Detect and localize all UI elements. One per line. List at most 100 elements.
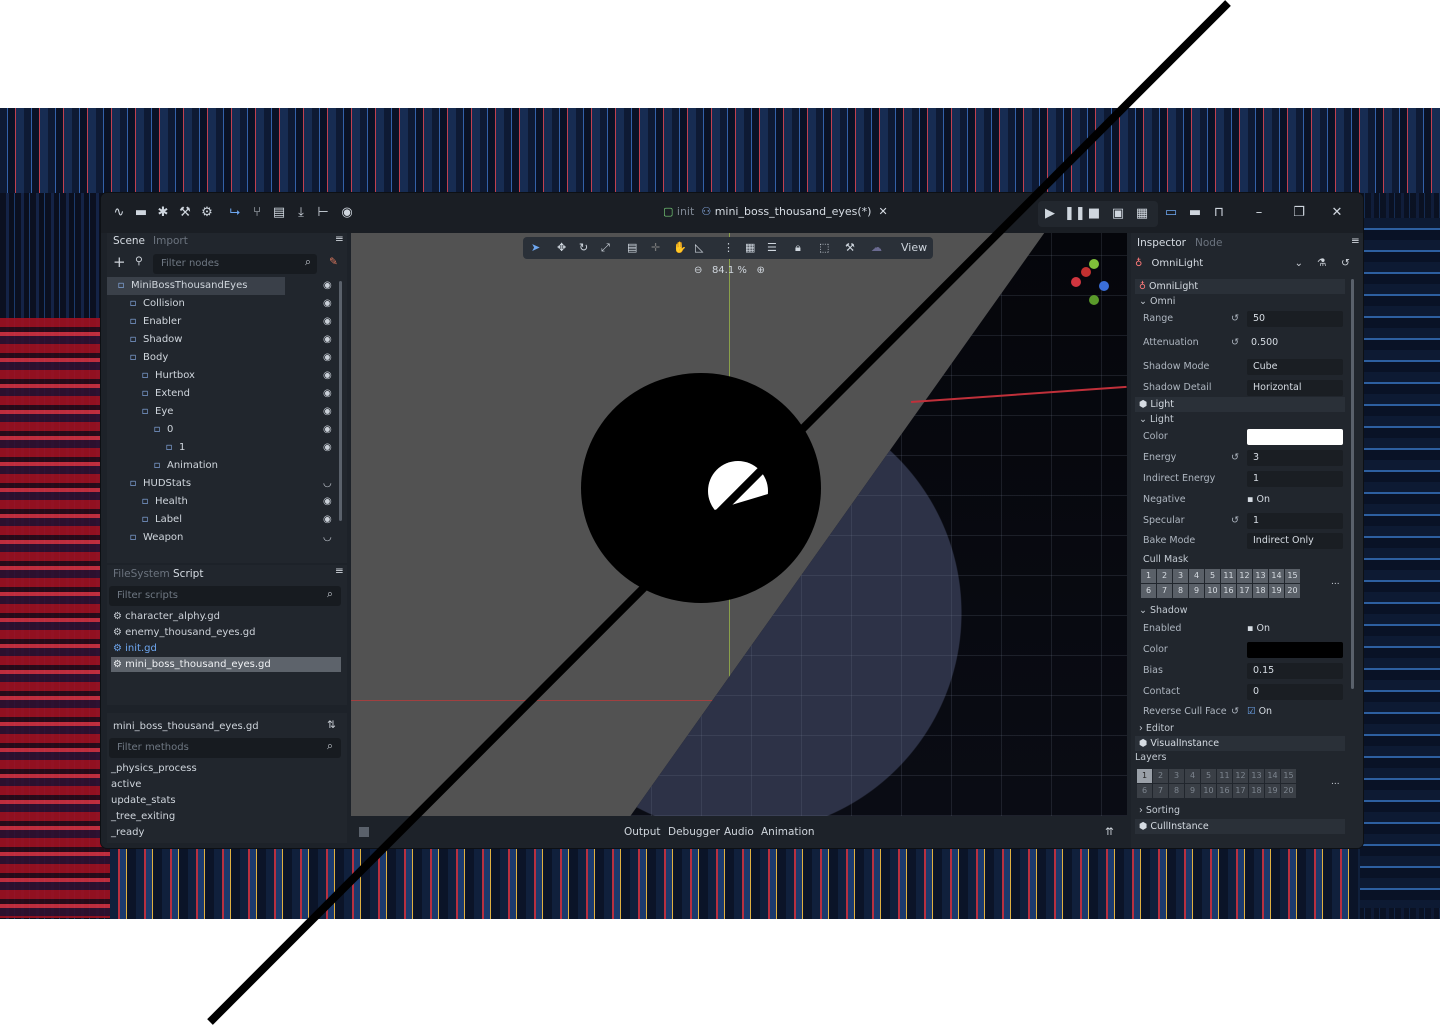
layer-bit[interactable]: 5 <box>1205 569 1220 583</box>
align-icon[interactable]: ☰ <box>767 241 777 254</box>
scrollbar[interactable] <box>1351 279 1354 689</box>
pivot-icon[interactable]: ✛ <box>651 241 660 254</box>
3d-viewport[interactable]: ➤ ✥ ↻ ⤢ ▤ ✛ ✋ ◺ ⋮ ▦ ☰ 🔒︎ ⬚ ⚒ ☁ View ⊖ 84… <box>351 233 1127 816</box>
layer-bit[interactable]: 14 <box>1269 569 1284 583</box>
script-list-item[interactable]: ⚙ character_alphy.gd <box>111 609 341 624</box>
layer-bit[interactable]: 13 <box>1249 769 1264 783</box>
layer-bit[interactable]: 16 <box>1217 784 1232 798</box>
tab-animation[interactable]: Animation <box>761 826 815 838</box>
tree-node[interactable]: ▫ 1 <box>107 439 347 457</box>
section-cull-instance[interactable]: ⬢ CullInstance <box>1135 819 1345 834</box>
more-icon[interactable]: ... <box>1331 577 1340 587</box>
layout-split-icon[interactable]: ⊓ <box>1211 205 1227 221</box>
layer-bit[interactable]: 17 <box>1237 584 1252 598</box>
layer-bit[interactable]: 19 <box>1265 784 1280 798</box>
visibility-icon[interactable]: ◉ <box>323 442 332 453</box>
method-list-item[interactable]: active <box>111 777 331 792</box>
revert-icon[interactable]: ↺ <box>1231 702 1239 722</box>
script-icon[interactable]: ⚗ <box>1317 257 1326 269</box>
visibility-icon[interactable]: ◉ <box>323 316 332 327</box>
play-scene-icon[interactable]: ▣ <box>1110 206 1126 222</box>
energy-value[interactable]: 3 <box>1247 450 1343 466</box>
move-icon[interactable]: ✥ <box>557 241 566 254</box>
shadow-detail-select[interactable]: Horizontal <box>1247 380 1343 396</box>
gizmo-x-icon[interactable] <box>1071 277 1081 287</box>
script-icon[interactable]: ▤ <box>271 205 287 221</box>
visibility-icon[interactable]: ◡ <box>323 532 332 543</box>
revert-icon[interactable]: ↺ <box>1231 309 1239 329</box>
attenuation-value[interactable]: 0.500 <box>1251 333 1278 353</box>
visibility-icon[interactable]: ◉ <box>323 496 332 507</box>
group-light[interactable]: ⌄ Light <box>1139 414 1174 425</box>
group-shadow[interactable]: ⌄ Shadow <box>1139 605 1187 616</box>
section-visual-instance[interactable]: ⬢ VisualInstance <box>1135 736 1345 751</box>
layer-bit[interactable]: 3 <box>1169 769 1184 783</box>
group-editor[interactable]: › Editor <box>1139 723 1174 734</box>
pause-icon[interactable]: ❚❚ <box>1064 206 1086 222</box>
link-icon[interactable]: ⚲ <box>135 255 143 267</box>
layer-bit[interactable]: 2 <box>1157 569 1172 583</box>
ruler-icon[interactable]: ◺ <box>695 241 703 254</box>
visibility-icon[interactable]: ◉ <box>323 424 332 435</box>
sort-icon[interactable]: ⇅ <box>327 719 336 731</box>
layer-bit[interactable]: 10 <box>1201 784 1216 798</box>
layer-bit[interactable]: 10 <box>1205 584 1220 598</box>
layer-bit[interactable]: 7 <box>1153 784 1168 798</box>
layer-bit[interactable]: 9 <box>1185 784 1200 798</box>
layer-bit[interactable]: 6 <box>1141 584 1156 598</box>
zoom-level[interactable]: 84.1 % <box>712 265 747 276</box>
tree-node[interactable]: ▫ Weapon <box>107 529 347 547</box>
method-list-item[interactable]: _tree_exiting <box>111 809 331 824</box>
tool-icon[interactable]: ⚒ <box>845 241 855 254</box>
layer-bit[interactable]: 18 <box>1249 784 1264 798</box>
tree-node[interactable]: ▫ Label <box>107 511 347 529</box>
object-selector[interactable]: ♁ OmniLight ⌄ <box>1135 255 1303 273</box>
visibility-icon[interactable]: ◉ <box>323 406 332 417</box>
reverse-cull-checkbox[interactable]: ☑ On <box>1247 702 1272 722</box>
download-icon[interactable]: ⤓ <box>293 205 309 221</box>
layer-bit[interactable]: 4 <box>1185 769 1200 783</box>
visibility-icon[interactable]: ◉ <box>323 298 332 309</box>
layer-bit[interactable]: 15 <box>1281 769 1296 783</box>
group-omni[interactable]: ⌄ Omni <box>1139 296 1175 307</box>
script-list-item[interactable]: ⚙ enemy_thousand_eyes.gd <box>111 625 341 640</box>
menu-icon[interactable]: ≡ <box>1351 235 1360 247</box>
layer-bit[interactable]: 4 <box>1189 569 1204 583</box>
layout-bottom-icon[interactable]: ▬ <box>1187 205 1203 221</box>
stop-icon[interactable]: ■ <box>1086 206 1102 222</box>
snap-icon[interactable]: ⋮ <box>723 241 734 254</box>
tab-debugger[interactable]: Debugger <box>668 826 720 838</box>
script-list-item[interactable]: ⚙ init.gd <box>111 641 341 656</box>
layout-top-icon[interactable]: ▭ <box>1163 205 1179 221</box>
history-icon[interactable]: ↺ <box>1341 257 1350 269</box>
cull-mask-grid[interactable]: 1 2 3 4 5 11 12 13 14 15 6 7 8 9 10 16 17 18 19 20 <box>1141 569 1300 598</box>
specular-value[interactable]: 1 <box>1247 513 1343 529</box>
indirect-energy-value[interactable]: 1 <box>1247 471 1343 487</box>
visibility-icon[interactable]: ◡ <box>323 478 332 489</box>
list-select-icon[interactable]: ▤ <box>627 241 637 254</box>
layer-bit[interactable]: 2 <box>1153 769 1168 783</box>
bias-value[interactable]: 0.15 <box>1247 663 1343 679</box>
visibility-icon[interactable]: ◉ <box>323 514 332 525</box>
layer-bit[interactable]: 8 <box>1173 584 1188 598</box>
gizmo-y-icon[interactable] <box>1089 259 1099 269</box>
filter-scripts-input[interactable]: Filter scripts <box>109 586 341 606</box>
layer-bit[interactable]: 3 <box>1173 569 1188 583</box>
script-edit-icon[interactable]: ✎ <box>329 256 338 268</box>
wrench-icon[interactable]: ⚙ <box>199 205 215 221</box>
environment-icon[interactable]: ☁ <box>871 241 882 254</box>
close-icon[interactable]: ✕ <box>878 205 887 218</box>
layer-bit[interactable]: 1 <box>1137 769 1152 783</box>
film-icon[interactable]: ▬ <box>133 205 149 221</box>
layer-bit[interactable]: 12 <box>1237 569 1252 583</box>
select-icon[interactable]: ➤ <box>531 241 540 254</box>
tab-node[interactable]: Node <box>1195 237 1222 249</box>
gizmo-neg-x-icon[interactable] <box>1081 267 1091 277</box>
shadow-color-swatch[interactable] <box>1247 642 1343 658</box>
tab-output[interactable]: Output <box>624 826 660 838</box>
tools-icon[interactable]: ⚒ <box>177 205 193 221</box>
gizmo-neg-y-icon[interactable] <box>1089 295 1099 305</box>
tree-node[interactable]: ▫ Hurtbox <box>107 367 347 385</box>
layer-bit[interactable]: 6 <box>1137 784 1152 798</box>
menu-icon[interactable]: ≡ <box>335 233 344 245</box>
